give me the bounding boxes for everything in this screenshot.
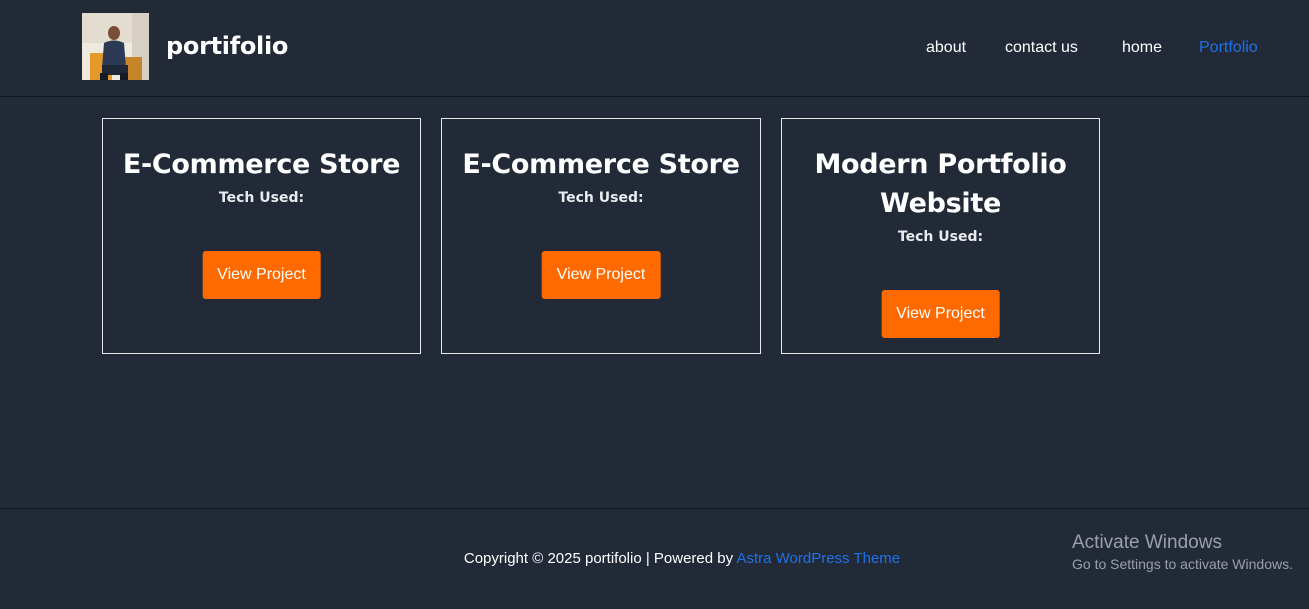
nav-item-about[interactable]: about [926,36,966,60]
project-card: Modern Portfolio Website Tech Used: View… [781,118,1100,354]
view-project-button[interactable]: View Project [541,251,661,299]
tech-used-label: Tech Used: [218,190,305,206]
theme-link[interactable]: Astra WordPress Theme [736,550,900,567]
watermark-title: Activate Windows [1072,532,1222,553]
nav-item-portfolio[interactable]: Portfolio [1199,36,1258,60]
site-header: portifolio about contact us home Portfol… [0,0,1309,97]
copyright-prefix: Copyright © 2025 portifolio | Powered by [463,550,737,567]
nav-item-contact-us[interactable]: contact us [1005,36,1078,60]
tech-used-label: Tech Used: [897,229,984,245]
project-title: Modern Portfolio Website [814,149,1067,219]
main-nav: about contact us home Portfolio [0,36,1309,60]
project-card: E-Commerce Store Tech Used: View Project [441,118,761,354]
tech-used-label: Tech Used: [558,190,644,206]
view-project-button[interactable]: View Project [202,251,321,299]
nav-item-home[interactable]: home [1122,36,1162,60]
view-project-button[interactable]: View Project [881,290,1000,338]
activate-windows-watermark: Activate Windows Go to Settings to activ… [1072,532,1293,574]
project-title: E-Commerce Store [122,149,401,180]
page: portifolio about contact us home Portfol… [0,0,1309,609]
watermark-subtitle: Go to Settings to activate Windows. [1072,556,1293,572]
project-title: E-Commerce Store [462,149,740,180]
project-card: E-Commerce Store Tech Used: View Project [102,118,421,354]
